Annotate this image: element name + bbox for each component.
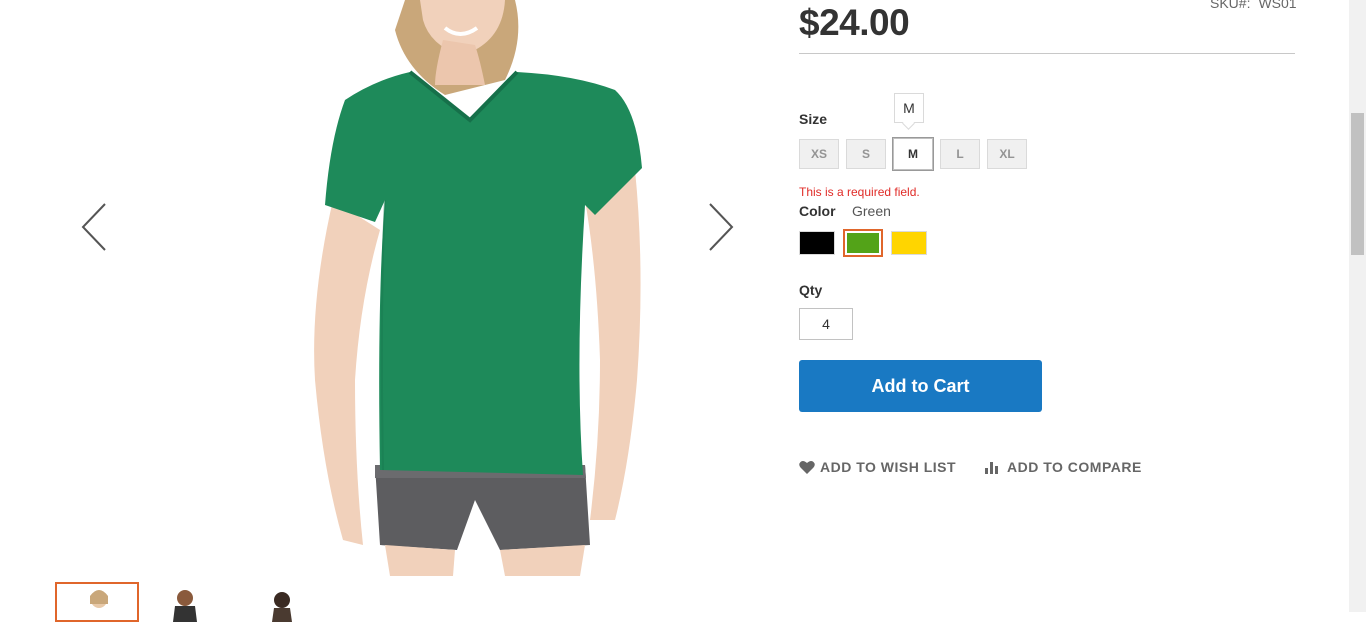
bar-chart-icon bbox=[985, 462, 998, 474]
size-error-message: This is a required field. bbox=[799, 185, 920, 199]
size-option-l[interactable]: L bbox=[940, 139, 980, 169]
qty-label: Qty bbox=[799, 282, 823, 298]
product-sku: SKU#: WS01 bbox=[1210, 0, 1297, 11]
add-to-cart-button[interactable]: Add to Cart bbox=[799, 360, 1042, 412]
qty-input[interactable] bbox=[799, 308, 853, 340]
size-option-s[interactable]: S bbox=[846, 139, 886, 169]
sku-value: WS01 bbox=[1258, 0, 1297, 11]
thumbnail-2[interactable] bbox=[155, 582, 241, 622]
heart-icon bbox=[799, 460, 815, 474]
thumbnail-3[interactable] bbox=[250, 582, 336, 622]
size-label: Size bbox=[799, 111, 828, 127]
size-option-xs[interactable]: XS bbox=[799, 139, 839, 169]
color-selected-value: Green bbox=[852, 203, 891, 219]
chevron-right-icon[interactable] bbox=[700, 200, 740, 254]
color-option-yellow[interactable] bbox=[891, 231, 927, 255]
add-to-wishlist-link[interactable]: ADD TO WISH LIST bbox=[799, 459, 956, 475]
size-tooltip: M bbox=[894, 93, 924, 123]
add-to-compare-link[interactable]: ADD TO COMPARE bbox=[984, 459, 1142, 475]
size-option-m[interactable]: M bbox=[892, 137, 934, 171]
product-gallery bbox=[55, 0, 755, 622]
page-scrollbar[interactable] bbox=[1349, 0, 1366, 612]
chevron-left-icon[interactable] bbox=[75, 200, 115, 254]
product-main-image bbox=[314, 0, 642, 576]
thumbnail-1[interactable] bbox=[55, 582, 139, 622]
color-label: Color bbox=[799, 203, 836, 219]
add-to-compare-label: ADD TO COMPARE bbox=[1007, 459, 1142, 475]
add-to-wishlist-label: ADD TO WISH LIST bbox=[820, 459, 957, 475]
color-option-black[interactable] bbox=[799, 231, 835, 255]
sku-label: SKU#: bbox=[1210, 0, 1251, 11]
divider bbox=[799, 53, 1295, 54]
product-price: $24.00 bbox=[799, 2, 910, 43]
size-option-xl[interactable]: XL bbox=[987, 139, 1027, 169]
scrollbar-thumb[interactable] bbox=[1351, 113, 1364, 255]
color-option-green[interactable] bbox=[843, 229, 883, 257]
